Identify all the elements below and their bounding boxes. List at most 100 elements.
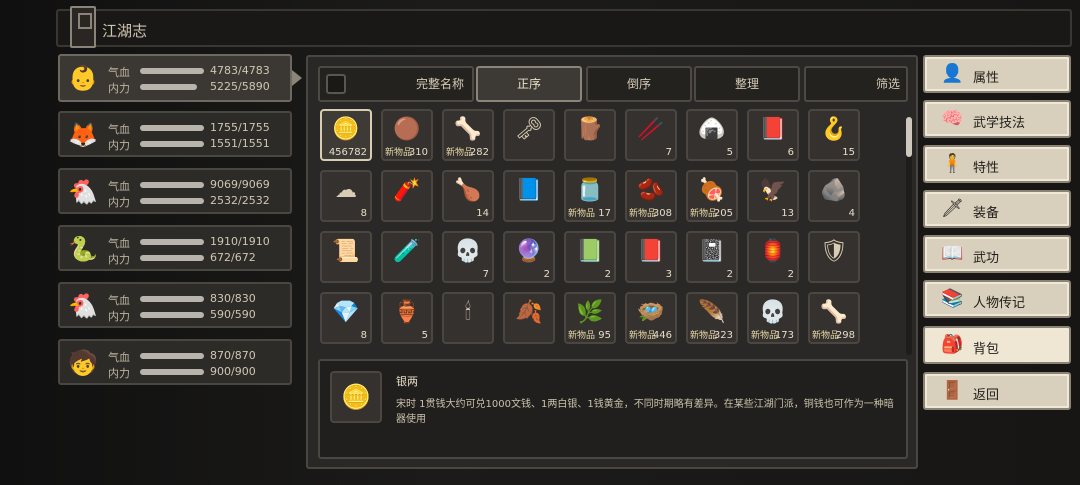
inventory-slot[interactable]: 📗 2 [564,231,616,283]
item-count: 15 [842,147,855,158]
inventory-slot[interactable]: 🥢 7 [625,109,677,161]
menu-button[interactable]: 🚪 返回 [923,372,1071,410]
fullname-checkbox[interactable] [326,74,346,94]
inventory-slot[interactable]: 🕯 [442,292,494,344]
inventory-slot[interactable]: 💀 7 [442,231,494,283]
inventory-slot[interactable]: 📕 6 [747,109,799,161]
inventory-slot[interactable]: 🧪 [381,231,433,283]
inventory-slot[interactable]: 🔮 2 [503,231,555,283]
inventory-slot[interactable]: 📘 [503,170,555,222]
item-count: 323 [713,330,733,341]
inventory-slot[interactable]: 🦴 新物品 282 [442,109,494,161]
inventory-slot[interactable]: 🧨 [381,170,433,222]
mp-label: 内力 [108,196,130,209]
inventory-slot[interactable]: 🪺 新物品 446 [625,292,677,344]
item-icon: 📓 [698,239,726,264]
menu-button[interactable]: 👤 属性 [923,55,1071,93]
hp-row: 气血 1755/1755 [108,121,288,136]
mp-bar [140,84,197,90]
scrollbar-thumb[interactable] [906,117,912,157]
hp-bar [140,296,204,302]
inventory-slot[interactable]: 🍗 14 [442,170,494,222]
item-grid-scrollbar[interactable] [906,117,912,355]
mp-label: 内力 [108,82,130,95]
menu-icon: 🧠 [941,108,964,129]
item-icon: 🧪 [393,239,421,264]
menu-button[interactable]: 🗡 装备 [923,190,1071,228]
item-icon: 📜 [332,239,360,264]
hp-bar [140,68,204,74]
mp-row: 内力 1551/1551 [108,137,288,152]
item-count: 6 [787,147,794,158]
tab-descending[interactable]: 倒序 [586,66,692,102]
item-icon: 🪨 [820,178,848,203]
menu-button[interactable]: 🎒 背包 [923,326,1071,364]
character-card[interactable]: 🐔 气血 9069/9069 内力 2532/2532 [58,168,292,214]
item-icon: 🍗 [454,178,482,203]
item-icon: 🔮 [515,239,543,264]
inventory-slot[interactable]: 🫙 新物品 17 [564,170,616,222]
selected-item-description: 宋时 1贯钱大约可兑1000文钱、1两白银、1钱黄金，不同时期略有差异。在某些江… [396,399,894,425]
item-icon: 🧨 [393,178,421,203]
character-card[interactable]: 🐔 气血 830/830 内力 590/590 [58,282,292,328]
tab-filter[interactable]: 筛选 [804,66,908,102]
inventory-slot[interactable]: 🫘 新物品 308 [625,170,677,222]
inventory-slot[interactable]: 🪶 新物品 323 [686,292,738,344]
character-card[interactable]: 🐍 气血 1910/1910 内力 672/672 [58,225,292,271]
character-avatar: 🐔 [68,292,98,320]
inventory-slot[interactable]: 🏺 5 [381,292,433,344]
inventory-slot[interactable]: 🌿 新物品 95 [564,292,616,344]
hp-bar [140,239,204,245]
inventory-slot[interactable]: 📓 2 [686,231,738,283]
inventory-slot[interactable]: ☁ 8 [320,170,372,222]
inventory-slot[interactable]: 🗝 [503,109,555,161]
inventory-slot[interactable]: 🏮 2 [747,231,799,283]
menu-button[interactable]: 🧠 武学技法 [923,100,1071,138]
menu-icon: 👤 [941,63,964,84]
inventory-slot[interactable]: 🦅 13 [747,170,799,222]
item-count: 2 [726,269,733,280]
item-count: 17 [598,208,611,219]
inventory-slot[interactable]: 🪝 15 [808,109,860,161]
inventory-slot[interactable]: 💀 新物品 173 [747,292,799,344]
hp-bar [140,353,204,359]
character-avatar: 🐍 [68,235,98,263]
inventory-slot[interactable]: 📕 3 [625,231,677,283]
character-card[interactable]: 👶 气血 4783/4783 内力 5225/5890 [58,54,302,102]
menu-button[interactable]: 📚 人物传记 [923,280,1071,318]
item-count: 2 [604,269,611,280]
tab-fullname-label: 完整名称 [415,77,464,91]
inventory-slot[interactable]: 🦴 新物品 298 [808,292,860,344]
item-icon: 🫘 [637,178,665,203]
item-icon: 🍙 [698,117,726,142]
inventory-slot[interactable]: 🛡 [808,231,860,283]
inventory-slot[interactable]: 🍙 5 [686,109,738,161]
mp-value: 1551/1551 [210,137,270,150]
menu-icon: 🚪 [941,380,964,401]
menu-label: 装备 [973,206,1000,221]
inventory-slot[interactable]: 💎 8 [320,292,372,344]
tab-arrange[interactable]: 整理 [694,66,800,102]
inventory-slot[interactable]: 📜 [320,231,372,283]
inventory-slot[interactable]: 🪵 [564,109,616,161]
menu-button[interactable]: 📖 武功 [923,235,1071,273]
inventory-slot[interactable]: 🪨 4 [808,170,860,222]
character-card[interactable]: 🧒 气血 870/870 内力 900/900 [58,339,292,385]
mp-bar [140,198,204,204]
tab-fullname[interactable]: 完整名称 [318,66,474,102]
item-grid: 🪙 456782 🟤 新物品 310 🦴 新物品 282 🗝 🪵 🥢 7 🍙 5… [320,109,900,351]
title-bar [56,9,1072,47]
inventory-slot[interactable]: 🪙 456782 [320,109,372,161]
character-card[interactable]: 🦊 气血 1755/1755 内力 1551/1551 [58,111,292,157]
character-avatar: 🦊 [68,121,98,149]
hp-value: 830/830 [210,292,256,305]
inventory-slot[interactable]: 🍖 新物品 205 [686,170,738,222]
hp-label: 气血 [108,294,130,307]
inventory-slot[interactable]: 🍂 [503,292,555,344]
inventory-slot[interactable]: 🟤 新物品 310 [381,109,433,161]
menu-icon: 📖 [941,243,964,264]
menu-label: 武功 [973,251,1000,266]
tab-ascending[interactable]: 正序 [476,66,582,102]
menu-button[interactable]: 🧍 特性 [923,145,1071,183]
new-item-tag: 新物品 [568,209,596,219]
